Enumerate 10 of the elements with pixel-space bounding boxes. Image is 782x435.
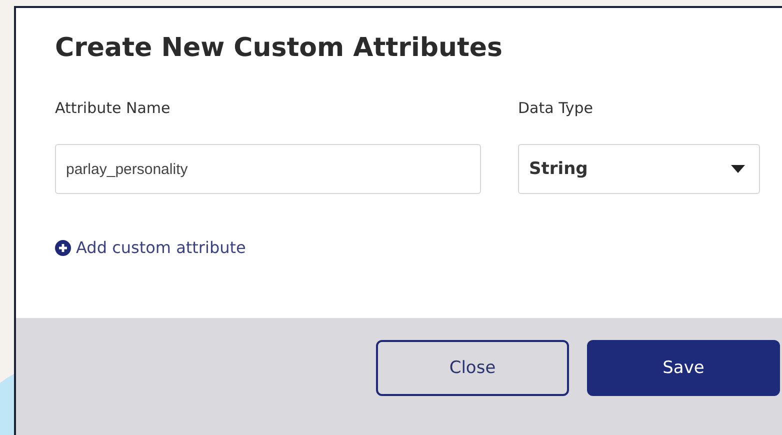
close-button[interactable]: Close	[376, 340, 569, 396]
dropdown[interactable]: String	[518, 144, 760, 194]
field-label: Data Type	[518, 98, 594, 119]
input-field[interactable]: parlay_personality	[55, 144, 481, 194]
field-label: Attribute Name	[55, 98, 172, 119]
caret-icon	[731, 165, 745, 173]
plus-icon	[55, 240, 71, 256]
save-button[interactable]: Save	[587, 340, 780, 396]
dialog-title: Create New Custom Attributes	[55, 32, 504, 65]
add-attribute-link[interactable]: Add custom attribute	[55, 238, 246, 257]
